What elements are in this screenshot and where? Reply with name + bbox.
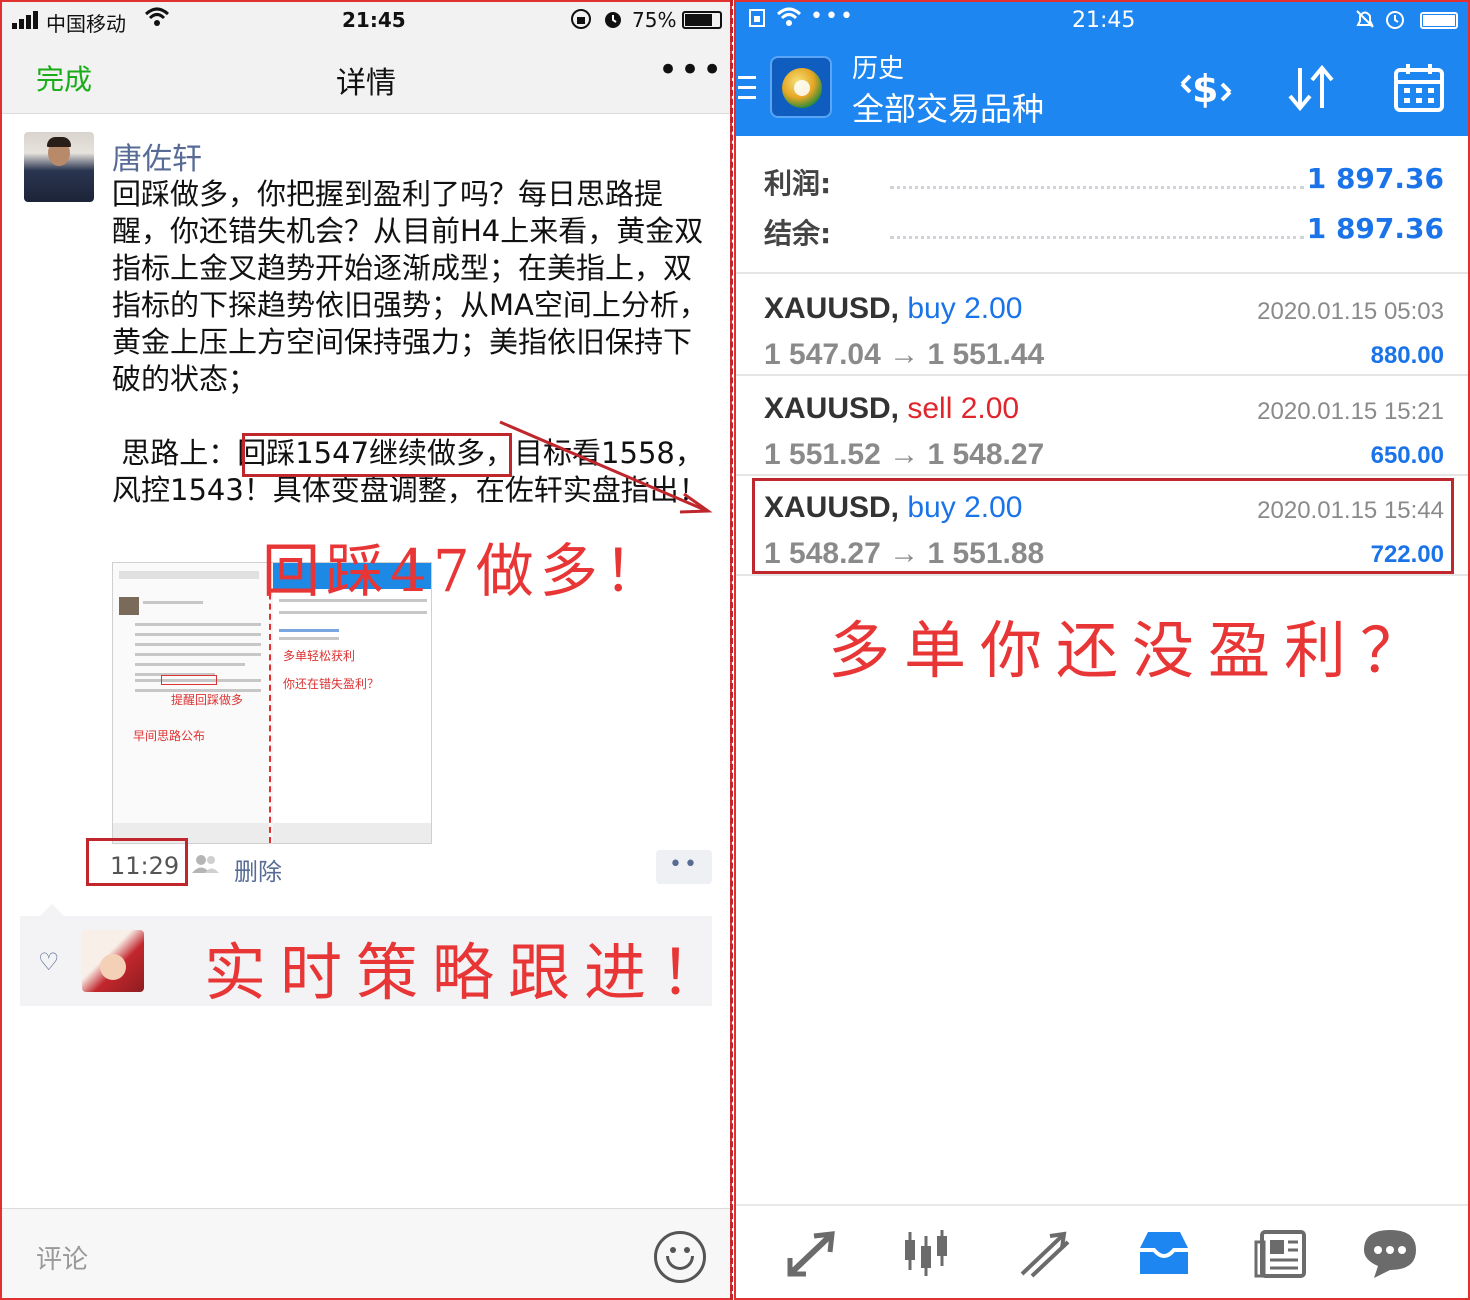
battery-percent: 75%	[632, 8, 677, 32]
status-bar: 中国移动 21:45 75%	[2, 2, 730, 38]
trade-profit: 650.00	[1370, 442, 1444, 469]
lock-rotation-icon	[570, 8, 592, 35]
trade-lots: 2.00	[960, 392, 1020, 425]
page-title: 详情	[336, 66, 396, 101]
alarm-icon	[602, 8, 624, 35]
emoji-icon[interactable]	[654, 1231, 706, 1283]
author-avatar[interactable]	[24, 132, 94, 202]
arrow-icon: →	[889, 338, 920, 371]
trade-row[interactable]: XAUUSD, sell 2.00 1 551.52 → 1 548.27 20…	[764, 392, 1444, 482]
svg-text:$: $	[1192, 67, 1218, 111]
comment-bar: 评论	[2, 1208, 730, 1298]
summary-profit-row: 利润: 1 897.36	[764, 162, 1444, 202]
summary-value: 1 897.36	[1306, 212, 1444, 245]
trade-date: 2020.01.15 15:21	[1257, 398, 1444, 425]
sort-icon[interactable]	[1284, 62, 1340, 114]
battery-icon	[1420, 12, 1458, 29]
calendar-icon[interactable]	[1392, 62, 1448, 114]
toolbar-title-large[interactable]: 全部交易品种	[852, 84, 1044, 130]
status-dots: •••	[810, 4, 855, 29]
trade-open-price: 1 551.52	[764, 438, 881, 471]
mt4-tab-bar	[736, 1204, 1468, 1298]
thumbnail-left-screen: 提醒回踩做多 早间思路公布	[113, 563, 271, 843]
chart-tab-icon[interactable]	[900, 1226, 960, 1282]
wifi-icon	[144, 6, 170, 34]
trade-direction: buy	[907, 292, 956, 325]
callout-profit-question: 多单你还没盈利？	[828, 614, 1437, 687]
news-tab-icon[interactable]	[1252, 1226, 1312, 1282]
delete-button[interactable]: 删除	[234, 852, 282, 887]
summary-label: 利润:	[764, 167, 832, 200]
toolbar-title-small: 历史	[852, 54, 905, 84]
signal-icon	[12, 10, 42, 34]
alarm-icon	[1384, 8, 1406, 36]
highlight-box	[242, 433, 512, 477]
thumbnail-caption-profit: 多单轻松获利	[283, 649, 356, 663]
menu-icon[interactable]	[738, 76, 756, 106]
post-time: 11:29	[110, 852, 180, 880]
trade-tab-icon[interactable]	[1016, 1226, 1076, 1282]
panel-divider	[730, 0, 733, 1300]
sim-icon	[748, 8, 768, 34]
thumbnail-caption-remind: 提醒回踩做多	[171, 693, 244, 707]
status-time: 21:45	[342, 8, 406, 32]
comment-input[interactable]	[20, 1219, 638, 1291]
mt4-status-time: 21:45	[1072, 8, 1136, 33]
summary-label: 结余:	[764, 217, 832, 250]
author-name[interactable]: 唐佐轩	[112, 134, 202, 178]
highlight-box	[752, 478, 1454, 574]
quotes-tab-icon[interactable]	[784, 1226, 844, 1282]
nav-bar: 完成 详情 •••	[2, 38, 730, 114]
chat-tab-icon[interactable]	[1360, 1226, 1420, 1282]
trade-open-price: 1 547.04	[764, 338, 881, 371]
wechat-panel: 中国移动 21:45 75% 完成 详情 ••• 唐佐轩 回踩做多，你把握到盈利…	[0, 0, 732, 1300]
mt4-status-bar: ••• 21:45	[736, 2, 1468, 40]
post-main-text: 回踩做多，你把握到盈利了吗？每日思路提醒，你还错失机会？从目前H4上来看，黄金双…	[112, 177, 708, 396]
trade-symbol: XAUUSD,	[764, 292, 900, 325]
trade-profit: 880.00	[1370, 342, 1444, 369]
comment-placeholder: 评论	[36, 1245, 89, 1275]
summary-value: 1 897.36	[1306, 162, 1444, 195]
liker-avatar[interactable]	[82, 930, 144, 992]
people-icon	[192, 854, 220, 874]
trade-date: 2020.01.15 05:03	[1257, 298, 1444, 325]
callout-realtime-strategy: 实时策略跟进！	[204, 936, 737, 1009]
trade-direction: sell	[907, 392, 953, 425]
arrow-icon: →	[889, 438, 920, 471]
trade-close-price: 1 548.27	[927, 438, 1045, 471]
summary-balance-row: 结余: 1 897.36	[764, 212, 1444, 252]
post-idea-prefix: 思路上：	[112, 436, 238, 470]
comment-action-button[interactable]: ••	[656, 850, 712, 884]
wifi-icon	[776, 6, 802, 34]
battery-icon	[682, 11, 722, 29]
trade-close-price: 1 551.44	[927, 338, 1045, 371]
history-tab-icon[interactable]	[1134, 1226, 1194, 1282]
mt4-logo	[770, 56, 832, 118]
currency-swap-icon[interactable]: $	[1178, 62, 1234, 114]
thumbnail-caption-missing: 你还在错失盈利？	[283, 677, 380, 691]
mute-icon	[1354, 8, 1376, 36]
heart-icon: ♡	[38, 948, 60, 976]
trade-lots: 2.00	[964, 292, 1023, 325]
more-button[interactable]: •••	[658, 50, 724, 90]
mt4-toolbar: 历史 全部交易品种 $	[736, 40, 1468, 136]
carrier-name: 中国移动	[46, 12, 126, 36]
trade-row[interactable]: XAUUSD, buy 2.00 1 547.04 → 1 551.44 202…	[764, 292, 1444, 382]
trade-symbol: XAUUSD,	[764, 392, 900, 425]
thumbnail-caption-morning: 早间思路公布	[133, 729, 206, 743]
callout-buy-47: 回踩47做多！	[262, 537, 668, 605]
